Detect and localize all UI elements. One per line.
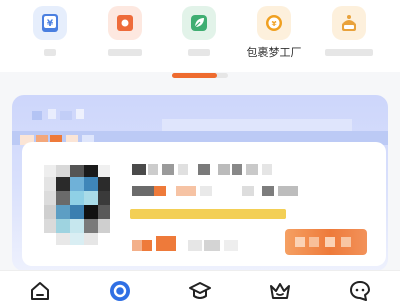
nav-learn[interactable] (180, 279, 220, 303)
shortcut-cake[interactable] (312, 6, 386, 68)
shortcut-label-leaf (188, 49, 210, 56)
shortcut-parcel-factory[interactable]: ¥ 包裹梦工厂 (237, 6, 311, 68)
card-header-pixel (32, 111, 42, 120)
card-header-band (162, 119, 352, 131)
shortcut-pager (172, 73, 228, 78)
shortcut-label-record (108, 49, 142, 56)
card-action-button[interactable] (285, 229, 367, 255)
coin-icon: ¥ (257, 6, 291, 40)
nav-discover[interactable] (100, 279, 140, 303)
graduation-cap-icon (189, 282, 211, 299)
shortcut-label-cake (325, 49, 373, 56)
svg-text:¥: ¥ (47, 19, 54, 29)
bottom-nav (0, 270, 400, 306)
card-header-pixel (48, 109, 56, 119)
svg-text:¥: ¥ (272, 20, 277, 28)
nav-member[interactable] (260, 279, 300, 303)
shortcut-leaf[interactable] (162, 6, 236, 68)
chat-icon (350, 281, 370, 301)
shortcut-row: ¥ ¥ 包裹梦工厂 (0, 0, 400, 72)
record-icon (108, 6, 142, 40)
pager-indicator (172, 73, 217, 78)
cake-icon (332, 6, 366, 40)
home-icon (31, 282, 49, 300)
shortcut-tax[interactable]: ¥ (13, 6, 87, 68)
card-header-pixel (60, 111, 72, 120)
tax-document-icon: ¥ (33, 6, 67, 40)
target-icon (110, 281, 130, 301)
card-progress-bar (130, 209, 286, 219)
nav-home[interactable] (20, 279, 60, 303)
nav-support[interactable] (340, 279, 380, 303)
shortcut-record[interactable] (88, 6, 162, 68)
card-header-pixel (76, 109, 84, 119)
leaf-icon (182, 6, 216, 40)
card-progress-fill (130, 209, 286, 219)
shortcut-label-tax (44, 49, 56, 56)
shortcut-label-parcel-factory: 包裹梦工厂 (246, 47, 302, 59)
crown-icon (270, 283, 290, 299)
